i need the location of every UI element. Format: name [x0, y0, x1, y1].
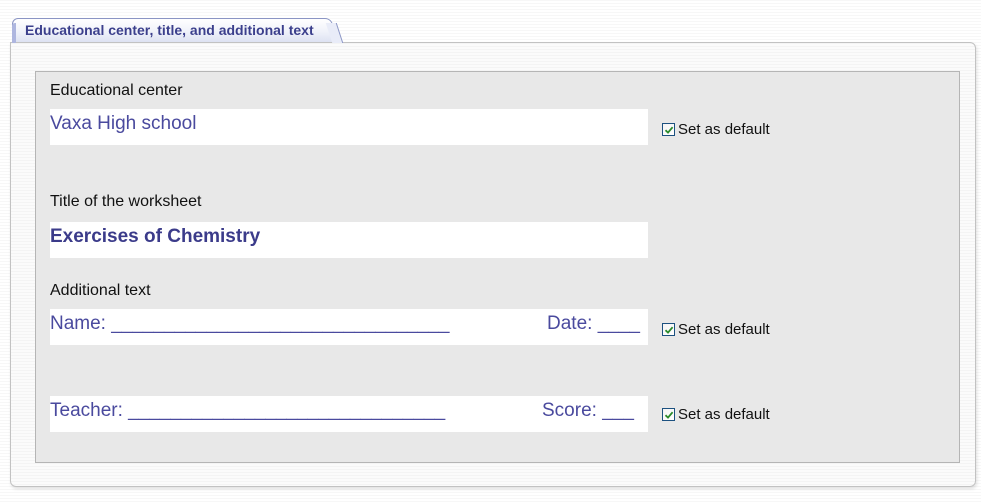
worksheet-title-value: Exercises of Chemistry [50, 226, 261, 247]
worksheet-title-label: Title of the worksheet [50, 193, 202, 210]
educational-center-default-checkbox[interactable]: Set as default [662, 121, 770, 138]
checkbox-label: Set as default [678, 121, 770, 138]
line1-default-checkbox[interactable]: Set as default [662, 321, 770, 338]
worksheet-title-field[interactable]: Exercises of Chemistry [50, 222, 648, 258]
line2-default-checkbox[interactable]: Set as default [662, 406, 770, 423]
checkbox-label: Set as default [678, 321, 770, 338]
additional-text-line2-field[interactable]: Teacher: ______________________________ … [50, 396, 648, 432]
checkmark-icon [664, 411, 673, 419]
checkbox-icon[interactable] [662, 323, 675, 336]
checkmark-icon [664, 126, 673, 134]
date-line-text: Date: ____ [547, 313, 640, 334]
educational-center-field[interactable]: Vaxa High school [50, 109, 648, 145]
educational-center-value: Vaxa High school [50, 113, 197, 134]
educational-center-label: Educational center [50, 82, 183, 99]
score-line-text: Score: ___ [542, 400, 634, 421]
teacher-line-text: Teacher: ______________________________ [50, 400, 446, 421]
additional-text-line1-field[interactable]: Name: ________________________________ D… [50, 309, 648, 345]
checkbox-icon[interactable] [662, 123, 675, 136]
tab-educational-center[interactable]: Educational center, title, and additiona… [12, 18, 333, 43]
checkmark-icon [664, 326, 673, 334]
checkbox-label: Set as default [678, 406, 770, 423]
checkbox-icon[interactable] [662, 408, 675, 421]
tab-label: Educational center, title, and additiona… [25, 22, 314, 38]
additional-text-label: Additional text [50, 282, 151, 299]
name-line-text: Name: ________________________________ [50, 313, 450, 334]
